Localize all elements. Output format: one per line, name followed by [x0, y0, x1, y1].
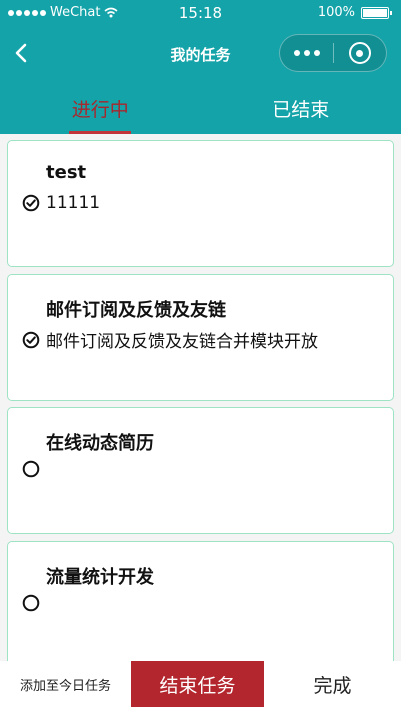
check-circle-icon[interactable] [22, 194, 40, 212]
task-title: 流量统计开发 [46, 567, 154, 588]
task-card[interactable]: test 11111 [7, 140, 394, 267]
task-row [22, 460, 46, 478]
more-dots-icon [293, 50, 300, 56]
task-description: 邮件订阅及反馈及友链合并模块开放 [46, 332, 318, 352]
task-card[interactable]: 流量统计开发 [7, 541, 394, 661]
tab-ended[interactable]: 已结束 [201, 80, 401, 134]
nav-bar: 我的任务 [0, 28, 401, 80]
back-button[interactable] [8, 38, 38, 68]
task-list: test 11111 邮件订阅及反馈及友链 邮件订阅及反馈及友链合并模块开放 在… [0, 134, 401, 661]
task-row: 邮件订阅及反馈及友链合并模块开放 [22, 327, 318, 352]
task-title: 在线动态简历 [46, 433, 154, 454]
task-title: test [46, 162, 87, 183]
mini-program-capsule [279, 34, 387, 72]
check-circle-icon[interactable] [22, 331, 40, 349]
more-button[interactable] [280, 35, 333, 71]
chevron-left-icon [15, 43, 27, 63]
status-bar: WeChat 15:18 100% [0, 0, 401, 28]
close-miniprogram-button[interactable] [334, 35, 386, 71]
task-tabs: 进行中 已结束 [0, 80, 401, 134]
end-task-button[interactable]: 结束任务 [131, 661, 264, 707]
task-card[interactable]: 在线动态简历 [7, 407, 394, 534]
done-button[interactable]: 完成 [264, 661, 401, 707]
empty-circle-icon[interactable] [22, 460, 40, 478]
task-row [22, 594, 46, 612]
battery-icon [361, 6, 392, 19]
task-card[interactable]: 邮件订阅及反馈及友链 邮件订阅及反馈及友链合并模块开放 [7, 274, 394, 401]
status-right: 100% [317, 5, 392, 20]
bottom-action-bar: 添加至今日任务 结束任务 完成 [0, 661, 401, 707]
add-to-today-button[interactable]: 添加至今日任务 [0, 661, 131, 707]
target-icon [348, 42, 371, 64]
battery-percent: 100% [317, 5, 355, 20]
task-title: 邮件订阅及反馈及友链 [46, 300, 226, 321]
task-description: 11111 [46, 193, 101, 213]
task-row: 11111 [22, 193, 100, 213]
empty-circle-icon[interactable] [22, 594, 40, 612]
tab-in-progress[interactable]: 进行中 [0, 80, 201, 134]
